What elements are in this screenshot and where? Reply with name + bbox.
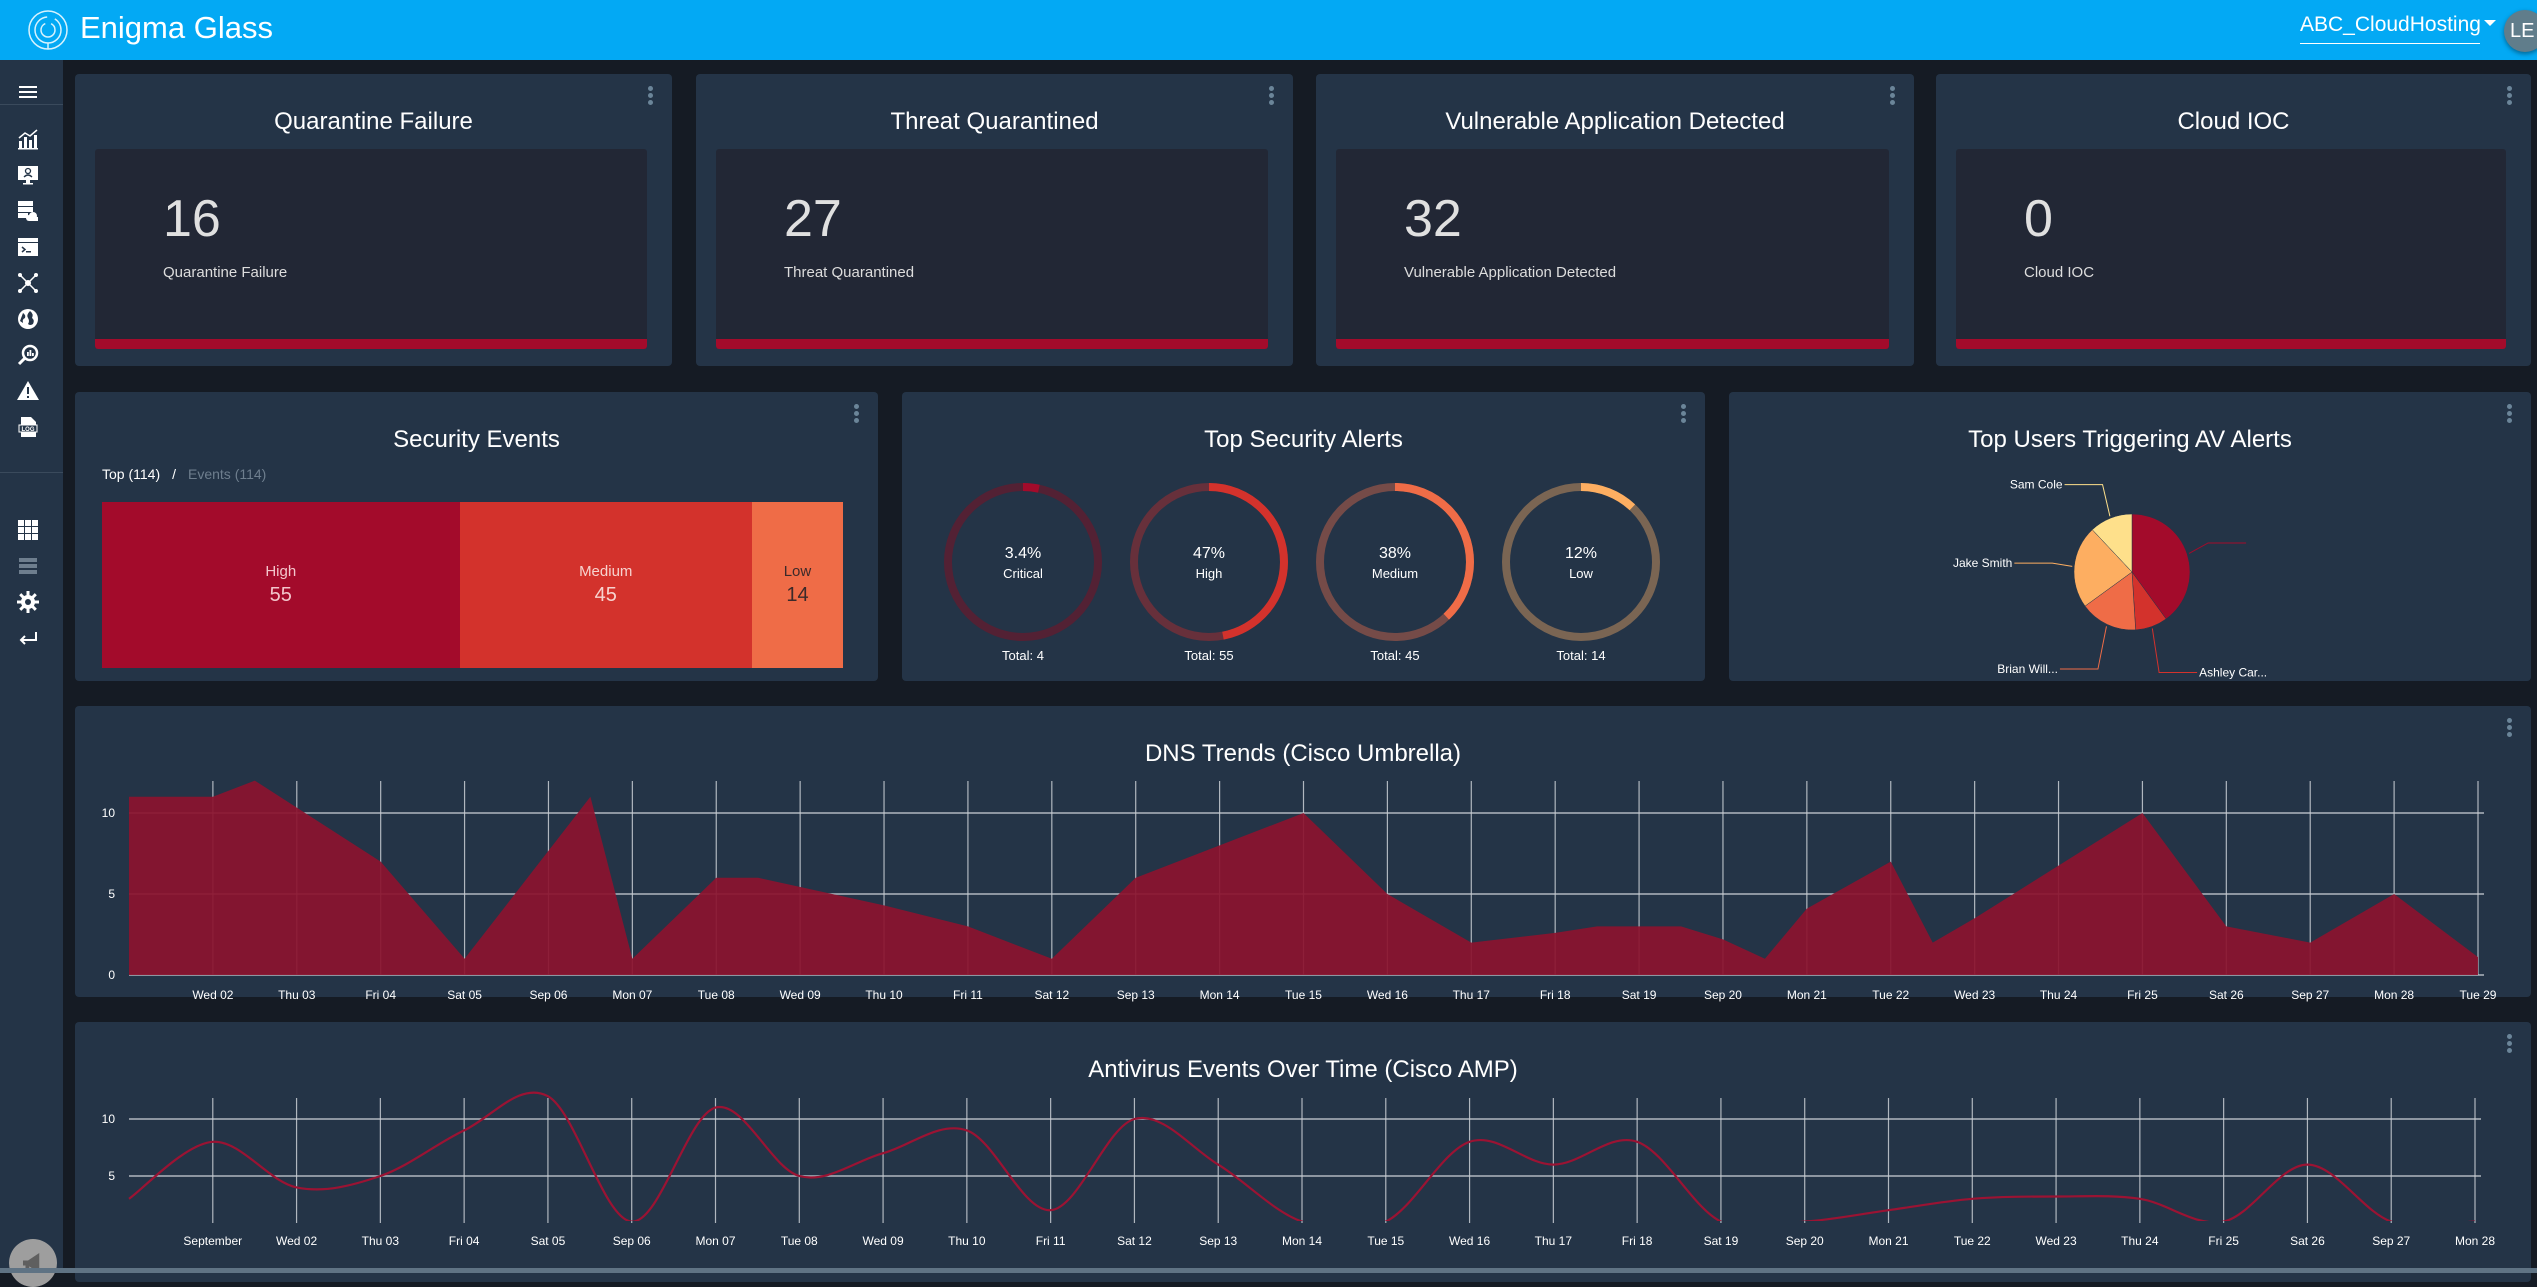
x-tick-label: Fri 18 (1622, 1234, 1653, 1248)
x-tick-label: Sep 27 (2372, 1234, 2410, 1248)
x-tick-label: Thu 10 (948, 1234, 986, 1248)
x-tick-label: Mon 07 (695, 1234, 735, 1248)
x-tick-label: Sep 13 (1199, 1234, 1237, 1248)
x-tick-label: Fri 11 (1036, 1234, 1066, 1248)
x-tick-label: Sep 20 (1786, 1234, 1824, 1248)
x-tick-label: Sat 26 (2290, 1234, 2325, 1248)
x-tick-label: Tue 22 (1954, 1234, 1991, 1248)
y-tick-label: 5 (108, 1169, 115, 1183)
x-tick-label: Mon 14 (1282, 1234, 1322, 1248)
x-tick-label: Mon 21 (1868, 1234, 1908, 1248)
x-tick-label: Mon 28 (2455, 1234, 2495, 1248)
x-tick-label: Thu 24 (2121, 1234, 2159, 1248)
x-tick-label: Wed 02 (276, 1234, 317, 1248)
x-tick-label: Fri 04 (449, 1234, 480, 1248)
x-tick-label: Thu 03 (362, 1234, 400, 1248)
horizontal-scrollbar[interactable] (0, 1268, 2537, 1273)
x-tick-label: Sat 12 (1117, 1234, 1152, 1248)
x-tick-label: Wed 23 (2036, 1234, 2077, 1248)
y-tick-label: 10 (102, 1112, 116, 1126)
x-tick-label: Sep 06 (613, 1234, 651, 1248)
x-tick-label: Thu 17 (1535, 1234, 1573, 1248)
x-tick-label: Tue 15 (1367, 1234, 1404, 1248)
x-tick-label: September (183, 1234, 242, 1248)
antivirus-events-chart: September Wed 02 Thu 03 Fri 04 Sat 05 Sep 06 M… (102, 1091, 2495, 1248)
x-tick-label: Sat 05 (531, 1234, 566, 1248)
x-tick-label: Wed 09 (863, 1234, 904, 1248)
x-tick-label: Wed 16 (1449, 1234, 1490, 1248)
x-tick-label: Fri 25 (2208, 1234, 2239, 1248)
x-tick-label: Sat 19 (1704, 1234, 1739, 1248)
x-tick-label: Tue 08 (781, 1234, 818, 1248)
